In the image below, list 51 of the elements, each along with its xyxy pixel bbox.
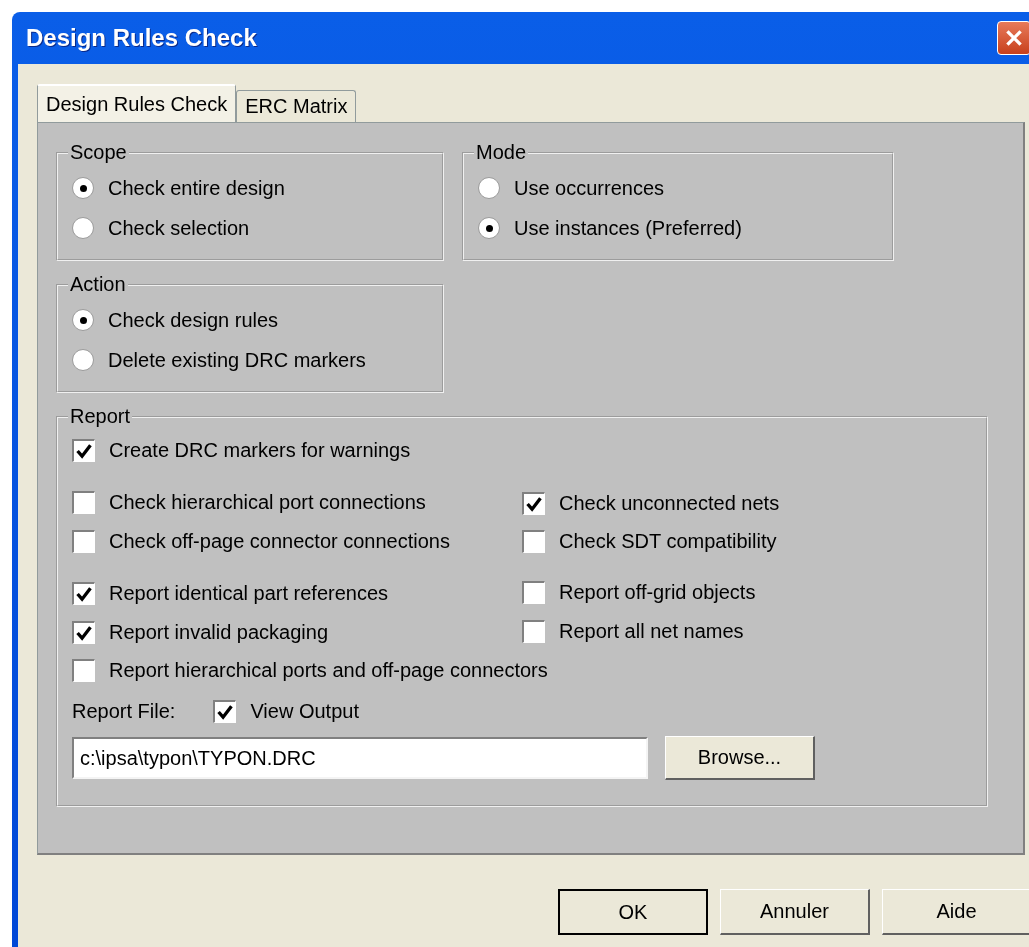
radio-button[interactable]: [72, 309, 94, 331]
checkbox-label: Report off-grid objects: [559, 580, 756, 604]
checkbox-label: Check unconnected nets: [559, 491, 780, 515]
checkbox[interactable]: [522, 580, 545, 604]
checkbox-label: Report identical part references: [109, 581, 389, 605]
tab[interactable]: Design Rules Check: [37, 84, 237, 122]
browse-button[interactable]: Browse...: [665, 736, 815, 780]
checkbox[interactable]: [72, 581, 95, 605]
checkbox[interactable]: [213, 699, 237, 723]
checkbox-label: View Output: [250, 699, 359, 723]
option-label: Check entire design: [108, 176, 285, 200]
close-icon: [1003, 27, 1025, 49]
radio-option[interactable]: Use occurrences: [478, 176, 665, 200]
checkbox-label: Check hierarchical port connections: [109, 490, 426, 514]
option-label: Check design rules: [108, 308, 279, 332]
radio-button[interactable]: [478, 177, 500, 199]
dialog-button[interactable]: Aide: [882, 889, 1029, 935]
group-title: Report: [69, 405, 132, 428]
checkbox[interactable]: [72, 658, 95, 682]
checkbox-label: Report hierarchical ports and off-page connectors: [109, 658, 548, 682]
radio-button[interactable]: [72, 349, 94, 371]
checkbox[interactable]: [72, 438, 95, 462]
checkbox-label: Check off-page connector connections: [109, 529, 450, 553]
dialog-button[interactable]: OK: [558, 889, 708, 935]
window-title: Design Rules Check: [26, 24, 257, 52]
checkbox-label: Report invalid packaging: [109, 620, 329, 644]
checkbox[interactable]: [522, 491, 545, 515]
checkbox[interactable]: [72, 620, 95, 644]
close-button[interactable]: [997, 21, 1029, 55]
option-label: Check selection: [108, 216, 250, 240]
checkbox-label: Check SDT compatibility: [559, 529, 777, 553]
checkbox[interactable]: [72, 490, 95, 514]
group-title: Action: [69, 273, 127, 296]
radio-button[interactable]: [72, 217, 94, 239]
tab[interactable]: ERC Matrix: [236, 90, 357, 122]
group-title: Mode: [475, 141, 528, 164]
path-field[interactable]: c:\ipsa\typon\TYPON.DRC: [72, 737, 648, 779]
checkbox[interactable]: [72, 529, 95, 553]
checkbox[interactable]: [522, 619, 545, 643]
checkbox-label: Create DRC markers for warnings: [109, 438, 411, 462]
group-title: Scope: [69, 141, 128, 164]
option-label: Use occurrences: [514, 176, 665, 200]
radio-button[interactable]: [478, 217, 500, 239]
report-file-label: Report File:: [72, 699, 176, 723]
dialog-button[interactable]: Annuler: [720, 889, 870, 935]
radio-option[interactable]: Check entire design: [72, 176, 285, 200]
radio-option[interactable]: Check selection: [72, 216, 250, 240]
radio-option[interactable]: Check design rules: [72, 308, 279, 332]
checkbox[interactable]: [522, 529, 545, 553]
radio-button[interactable]: [72, 177, 94, 199]
checkbox-label: Report all net names: [559, 619, 744, 643]
